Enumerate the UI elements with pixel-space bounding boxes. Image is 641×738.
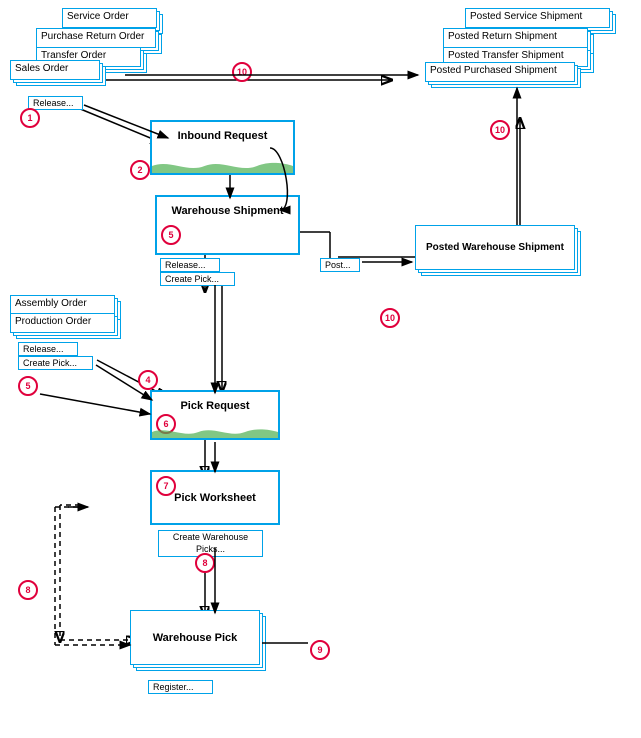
arrows-layer [0,0,641,738]
pick-request-label: Pick Request [180,400,249,412]
service-order-stack: Service Order [62,8,157,28]
circle-10-bottom: 10 [380,308,400,328]
pick-worksheet-box: Pick Worksheet 7 [150,470,280,525]
inbound-request-label: Inbound Request [178,130,268,142]
assembly-order-stack: Assembly Order [10,295,115,315]
warehouse-pick-stack: Warehouse Pick [130,610,260,665]
circle-9: 9 [310,640,330,660]
circle-1: 1 [20,108,40,128]
pick-request-box: Pick Request 6 [150,390,280,440]
posted-service-shipment-label: Posted Service Shipment [465,8,610,28]
create-pick-button-2[interactable]: Create Pick... [18,356,93,370]
release-button-1[interactable]: Release... [28,96,83,110]
purchase-return-label: Purchase Return Order [36,28,156,48]
warehouse-pick-label: Warehouse Pick [130,610,260,665]
circle-8-left: 8 [18,580,38,600]
post-button[interactable]: Post... [320,258,360,272]
release-button-2[interactable]: Release... [160,258,220,272]
circle-7: 7 [156,476,176,496]
posted-purchased-shipment-label: Posted Purchased Shipment [425,62,575,82]
service-order-label: Service Order [62,8,157,28]
assembly-order-label: Assembly Order [10,295,115,315]
circle-5-ws: 5 [161,225,181,245]
sales-order-stack: Sales Order [10,60,100,80]
purchase-return-stack: Purchase Return Order [36,28,156,48]
posted-purchased-shipment-stack: Posted Purchased Shipment [425,62,575,82]
circle-8-inner: 8 [195,553,215,573]
posted-return-shipment-stack: Posted Return Shipment [443,28,588,48]
inbound-request-box: Inbound Request [150,120,295,175]
register-button[interactable]: Register... [148,680,213,694]
sales-order-label: Sales Order [10,60,100,80]
production-order-label: Production Order [10,313,115,333]
circle-10-top: 10 [232,62,252,82]
circle-5-left: 5 [18,376,38,396]
pick-worksheet-label: Pick Worksheet [174,492,256,504]
posted-service-shipment-stack: Posted Service Shipment [465,8,610,28]
diagram-container: Service Order Purchase Return Order Tran… [0,0,641,738]
create-warehouse-picks-button[interactable]: Create WarehousePicks... [158,530,263,557]
warehouse-shipment-label: Warehouse Shipment [171,205,283,217]
production-order-stack: Production Order [10,313,115,333]
additional-arrows [0,0,641,738]
posted-warehouse-shipment-stack: Posted Warehouse Shipment [415,225,575,270]
posted-warehouse-shipment-label: Posted Warehouse Shipment [415,225,575,270]
create-pick-button-1[interactable]: Create Pick... [160,272,235,286]
circle-10-right: 10 [490,120,510,140]
circle-4: 4 [138,370,158,390]
circle-2: 2 [130,160,150,180]
posted-return-shipment-label: Posted Return Shipment [443,28,588,48]
warehouse-shipment-box: Warehouse Shipment 5 [155,195,300,255]
release-button-3[interactable]: Release... [18,342,78,356]
